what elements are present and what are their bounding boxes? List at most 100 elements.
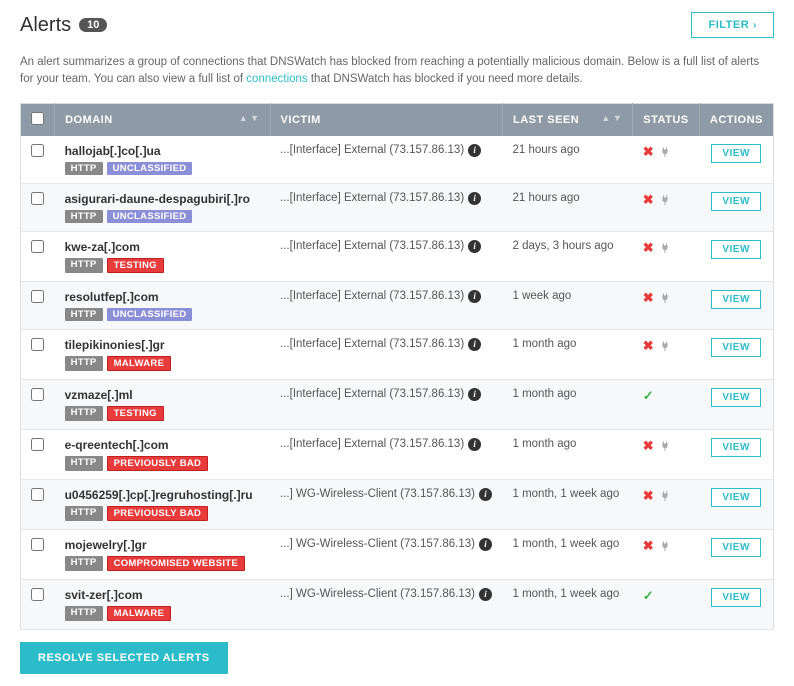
header-domain[interactable]: DOMAIN ▲▼ [55,103,270,136]
plug-icon [658,242,672,254]
victim-cell: ...[Interface] External (73.157.86.13)i [270,329,502,379]
info-icon[interactable]: i [468,290,481,303]
http-tag: HTTP [65,556,103,571]
domain-name: kwe-za[.]com [65,240,260,254]
unclassified-tag: UNCLASSIFIED [107,308,193,321]
plug-icon [658,292,672,304]
view-button[interactable]: VIEW [711,240,761,259]
info-icon[interactable]: i [479,538,492,551]
row-checkbox[interactable] [31,192,44,205]
row-checkbox-cell [21,329,55,379]
table-row: resolutfep[.]comHTTPUNCLASSIFIED...[Inte… [21,281,774,329]
malware-tag: MALWARE [107,356,172,371]
info-icon[interactable]: i [468,240,481,253]
http-tag: HTTP [65,308,103,321]
info-icon[interactable]: i [479,488,492,501]
view-button[interactable]: VIEW [711,192,761,211]
row-checkbox[interactable] [31,388,44,401]
victim-cell: ...] WG-Wireless-Client (73.157.86.13)i [270,529,502,579]
last-seen-cell: 21 hours ago [502,136,632,184]
info-icon[interactable]: i [468,192,481,205]
filter-label: FILTER [708,19,749,31]
header-last-seen[interactable]: LAST SEEN ▲▼ [502,103,632,136]
table-row: e-qreentech[.]comHTTPPREVIOUSLY BAD...[I… [21,429,774,479]
actions-cell: VIEW [699,281,773,329]
table-row: asigurari-daune-despagubiri[.]roHTTPUNCL… [21,183,774,231]
plug-icon [658,146,672,158]
info-icon[interactable]: i [468,388,481,401]
row-checkbox[interactable] [31,438,44,451]
plug-icon [658,490,672,502]
table-row: vzmaze[.]mlHTTPTESTING...[Interface] Ext… [21,379,774,429]
http-tag: HTTP [65,606,103,621]
victim-cell: ...[Interface] External (73.157.86.13) i [270,136,502,184]
x-icon: ✖ [643,538,654,553]
x-icon: ✖ [643,192,654,207]
view-button[interactable]: VIEW [711,338,761,357]
view-button[interactable]: VIEW [711,290,761,309]
header-checkbox-cell [21,103,55,136]
table-row: hallojab[.]co[.]uaHTTPUNCLASSIFIED...[In… [21,136,774,184]
victim-text: ...[Interface] External (73.157.86.13) [280,144,464,156]
victim-cell: ...[Interface] External (73.157.86.13)i [270,231,502,281]
info-icon[interactable]: i [468,338,481,351]
domain-name: svit-zer[.]com [65,588,260,602]
row-checkbox[interactable] [31,240,44,253]
header-victim-label: VICTIM [281,114,321,126]
select-all-checkbox[interactable] [31,112,44,125]
unclassified-tag: UNCLASSIFIED [107,162,193,175]
view-button[interactable]: VIEW [711,388,761,407]
sort-arrows-icon: ▲▼ [601,114,622,123]
row-checkbox-cell [21,136,55,184]
info-icon[interactable]: i [479,588,492,601]
victim-text: ...[Interface] External (73.157.86.13) [280,192,464,204]
row-checkbox[interactable] [31,488,44,501]
domain-name: u0456259[.]cp[.]regruhosting[.]ru [65,488,260,502]
row-checkbox-cell [21,529,55,579]
status-cell: ✖ [633,529,700,579]
row-checkbox[interactable] [31,144,44,157]
victim-cell: ...[Interface] External (73.157.86.13)i [270,429,502,479]
status-cell: ✖ [633,136,700,184]
row-checkbox-cell [21,183,55,231]
alerts-table: DOMAIN ▲▼ VICTIM LAST SEEN ▲▼ STATUS ACT… [20,103,774,630]
domain-cell: e-qreentech[.]comHTTPPREVIOUSLY BAD [55,429,270,479]
row-checkbox[interactable] [31,290,44,303]
domain-name: mojewelry[.]gr [65,538,260,552]
view-button[interactable]: VIEW [711,488,761,507]
resolve-selected-button[interactable]: RESOLVE SELECTED ALERTS [20,642,228,674]
info-icon[interactable]: i [468,438,481,451]
last-seen-cell: 1 week ago [502,281,632,329]
http-tag: HTTP [65,162,103,175]
plug-icon [658,340,672,352]
x-icon: ✖ [643,290,654,305]
view-button[interactable]: VIEW [711,144,761,163]
last-seen-cell: 1 month, 1 week ago [502,529,632,579]
domain-cell: resolutfep[.]comHTTPUNCLASSIFIED [55,281,270,329]
row-checkbox[interactable] [31,538,44,551]
row-checkbox[interactable] [31,338,44,351]
header-victim[interactable]: VICTIM [270,103,502,136]
victim-text: ...[Interface] External (73.157.86.13) [280,388,464,400]
row-checkbox-cell [21,231,55,281]
view-button[interactable]: VIEW [711,538,761,557]
view-button[interactable]: VIEW [711,438,761,457]
table-row: mojewelry[.]grHTTPCOMPROMISED WEBSITE...… [21,529,774,579]
info-icon[interactable]: i [468,144,481,157]
connections-link[interactable]: connections [246,73,307,85]
domain-cell: asigurari-daune-despagubiri[.]roHTTPUNCL… [55,183,270,231]
http-tag: HTTP [65,456,103,471]
table-row: kwe-za[.]comHTTPTESTING...[Interface] Ex… [21,231,774,281]
status-cell: ✖ [633,329,700,379]
header-status[interactable]: STATUS [633,103,700,136]
testing-tag: TESTING [107,258,164,273]
x-icon: ✖ [643,488,654,503]
status-cell: ✖ [633,429,700,479]
header-status-label: STATUS [643,114,688,126]
row-checkbox[interactable] [31,588,44,601]
view-button[interactable]: VIEW [711,588,761,607]
filter-button[interactable]: FILTER › [691,12,774,38]
last-seen-cell: 21 hours ago [502,183,632,231]
victim-cell: ...[Interface] External (73.157.86.13)i [270,281,502,329]
status-cell: ✖ [633,479,700,529]
